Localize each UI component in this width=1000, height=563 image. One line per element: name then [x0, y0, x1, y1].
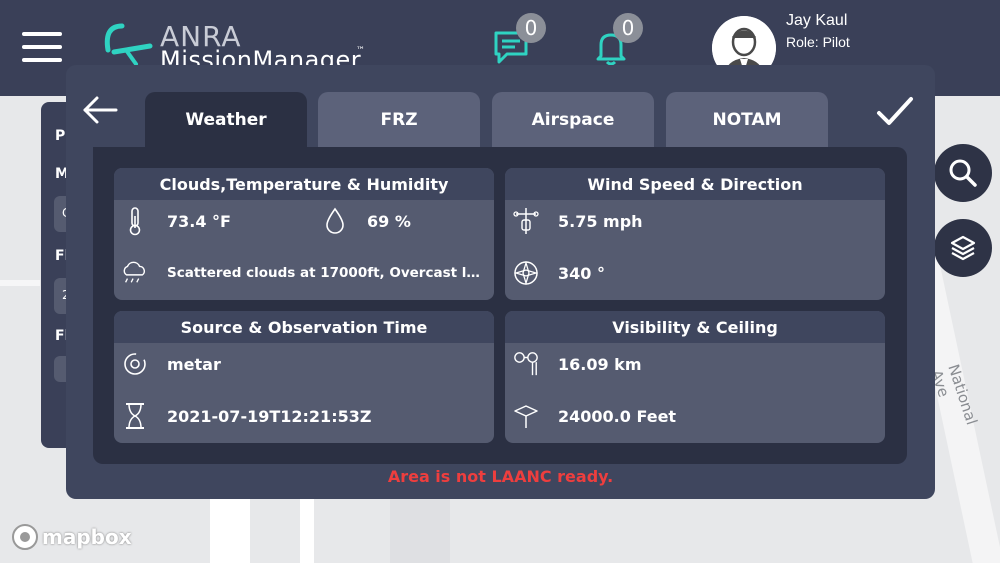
mapbox-logo: mapbox — [12, 524, 132, 550]
wind-speed-value: 5.75 mph — [558, 211, 643, 231]
layers-icon — [950, 235, 976, 261]
source-value: metar — [167, 354, 221, 374]
clouds-row: Scattered clouds at 17000ft, Overcast la… — [120, 258, 487, 288]
user-role: Role: Pilot — [786, 34, 850, 50]
temperature-row: 73.4 °F — [122, 206, 231, 236]
wind-direction-row: 340 ° — [513, 258, 605, 288]
hourglass-icon — [122, 401, 148, 431]
compass-icon — [513, 258, 539, 288]
map-layers-button[interactable] — [934, 219, 992, 277]
observation-time-row: 2021-07-19T12:21:53Z — [122, 401, 371, 431]
wind-speed-row: 5.75 mph — [513, 206, 643, 236]
card-title: Visibility & Ceiling — [505, 311, 885, 343]
card-title: Clouds,Temperature & Humidity — [114, 168, 494, 200]
source-observation-card: Source & Observation Time metar 2021-07-… — [114, 311, 494, 443]
visibility-row: 16.09 km — [513, 349, 642, 379]
ceiling-value: 24000.0 Feet — [558, 406, 677, 426]
source-row: metar — [122, 349, 221, 379]
humidity-value: 69 % — [367, 211, 411, 231]
cloud-rain-icon — [120, 258, 148, 288]
trademark-symbol: ™ — [356, 46, 365, 56]
visibility-ceiling-card: Visibility & Ceiling 16.09 km 24000.0 Fe… — [505, 311, 885, 443]
observation-time-value: 2021-07-19T12:21:53Z — [167, 406, 372, 426]
radar-source-icon — [122, 349, 148, 379]
ceiling-row: 24000.0 Feet — [513, 401, 676, 431]
search-icon — [949, 159, 977, 187]
thermometer-icon — [122, 206, 148, 236]
wind-vane-icon — [513, 206, 539, 236]
tab-airspace[interactable]: Airspace — [492, 92, 654, 147]
laanc-warning: Area is not LAANC ready. — [387, 467, 614, 486]
card-title: Wind Speed & Direction — [505, 168, 885, 200]
card-title: Source & Observation Time — [114, 311, 494, 343]
water-drop-icon — [322, 206, 348, 236]
binoculars-icon — [513, 349, 539, 379]
map-road — [0, 280, 40, 286]
ceiling-icon — [513, 401, 539, 431]
street-label: National Ave — [927, 362, 981, 428]
wind-speed-direction-card: Wind Speed & Direction 5.75 mph 340 ° — [505, 168, 885, 300]
tab-frz[interactable]: FRZ — [318, 92, 480, 147]
wind-direction-value: 340 ° — [558, 263, 605, 283]
weather-content: Clouds,Temperature & Humidity 73.4 °F 69… — [93, 147, 907, 464]
tab-notam[interactable]: NOTAM — [666, 92, 828, 147]
checkmark-icon — [877, 97, 913, 125]
back-button[interactable] — [82, 95, 118, 125]
confirm-button[interactable] — [876, 95, 914, 129]
messages-count-badge: 0 — [516, 13, 546, 43]
notifications-count-badge: 0 — [613, 13, 643, 43]
side-panel-label: P — [55, 128, 66, 144]
drone-logo-icon — [104, 23, 153, 66]
map-road — [390, 490, 450, 563]
clouds-description: Scattered clouds at 17000ft, Overcast la… — [167, 265, 487, 281]
weather-modal: Weather FRZ Airspace NOTAM Clouds,Temper… — [66, 65, 935, 499]
clouds-temperature-humidity-card: Clouds,Temperature & Humidity 73.4 °F 69… — [114, 168, 494, 300]
tab-weather[interactable]: Weather — [145, 92, 307, 147]
humidity-row: 69 % — [322, 206, 411, 236]
visibility-value: 16.09 km — [558, 354, 642, 374]
temperature-value: 73.4 °F — [167, 211, 231, 231]
map-search-button[interactable] — [934, 144, 992, 202]
brand-logo: ANRA MissionManager ™ — [100, 20, 380, 74]
hamburger-menu-icon[interactable] — [22, 32, 62, 62]
mapbox-logo-text: mapbox — [42, 525, 132, 549]
arrow-left-icon — [83, 96, 118, 124]
mapbox-logo-icon — [12, 524, 38, 550]
user-name: Jay Kaul — [786, 12, 848, 29]
